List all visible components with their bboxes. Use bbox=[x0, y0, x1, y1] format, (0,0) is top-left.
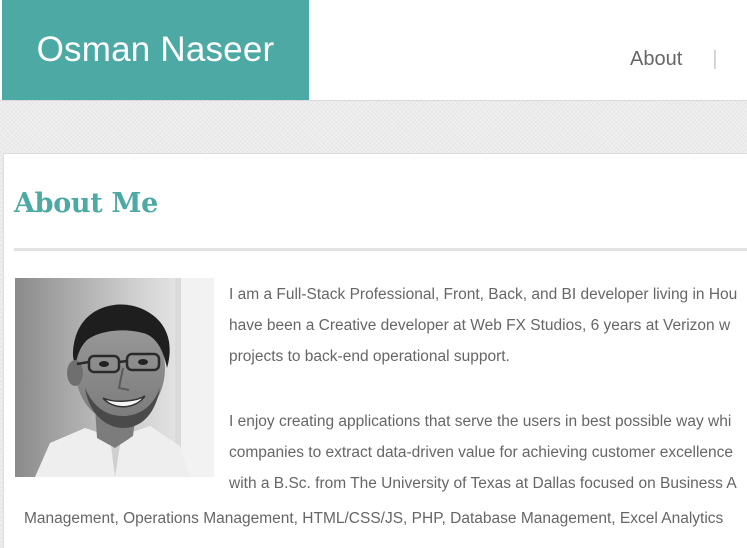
intro-line: have been a Creative developer at Web FX… bbox=[229, 317, 731, 334]
site-title[interactable]: Osman Naseer bbox=[37, 30, 275, 70]
nav-link-about[interactable]: About bbox=[630, 48, 682, 71]
intro-line: I am a Full-Stack Professional, Front, B… bbox=[229, 286, 738, 303]
skills-line: with a B.Sc. from The University of Texa… bbox=[229, 475, 737, 492]
skills-paragraph: I enjoy creating applications that serve… bbox=[229, 406, 737, 499]
profile-photo bbox=[15, 278, 214, 477]
about-section: About Me I am a Full-Stack Professional,… bbox=[3, 153, 747, 548]
title-divider bbox=[14, 248, 747, 251]
skills-line: companies to extract data-driven value f… bbox=[229, 444, 734, 461]
brand-block[interactable]: Osman Naseer bbox=[2, 0, 309, 100]
main-nav: About | bbox=[630, 48, 717, 71]
intro-paragraph: I am a Full-Stack Professional, Front, B… bbox=[229, 279, 737, 372]
nav-separator: | bbox=[712, 48, 718, 70]
skills-line: I enjoy creating applications that serve… bbox=[229, 413, 732, 430]
site-header: Osman Naseer About | bbox=[0, 0, 747, 101]
intro-line: projects to back-end operational support… bbox=[229, 348, 510, 365]
skills-line: Management, Operations Management, HTML/… bbox=[24, 510, 724, 527]
skills-paragraph-wrap: Management, Operations Management, HTML/… bbox=[24, 503, 723, 534]
page-title: About Me bbox=[14, 188, 159, 219]
